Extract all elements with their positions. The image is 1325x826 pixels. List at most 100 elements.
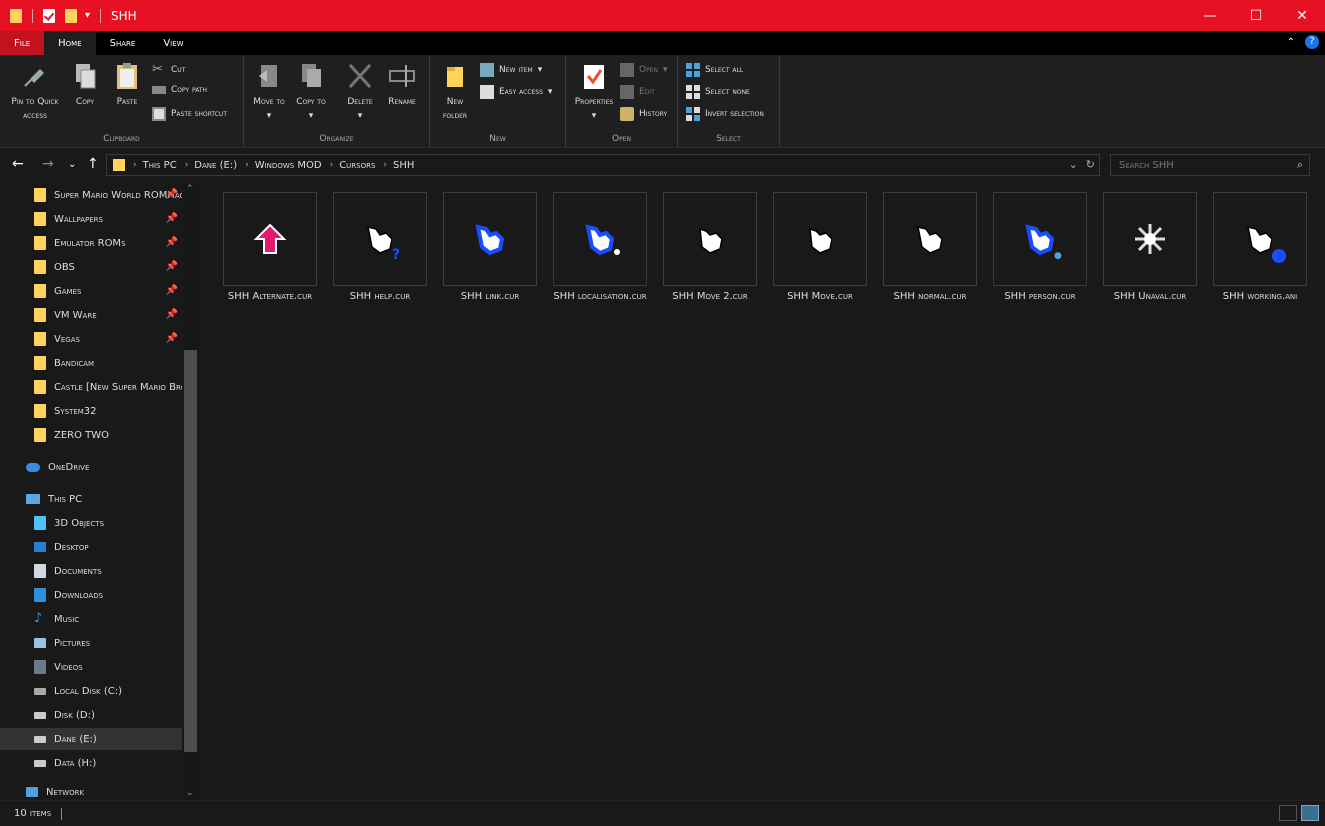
nav-item-network[interactable]: Network [0,784,182,800]
nav-item-quick-access[interactable]: ZERO TWO [0,424,182,446]
recent-locations-icon[interactable]: ⌄ [68,159,76,170]
scroll-up-icon[interactable]: ⌃ [186,184,194,194]
pin-quick-access-button[interactable]: Pin to Quick access [6,61,64,123]
file-tile[interactable]: SHH localisation.cur [545,192,655,305]
file-tile[interactable]: ? SHH help.cur [325,192,435,305]
breadcrumb-this-pc[interactable]: This PC [143,160,177,171]
breadcrumb-shh[interactable]: SHH [393,160,414,171]
file-tile[interactable]: SHH link.cur [435,192,545,305]
nav-item-quick-access[interactable]: System32 [0,400,182,422]
copy-to-button[interactable]: Copy to ▾ [294,61,328,123]
breadcrumb-windows-mod[interactable]: Windows MOD [255,160,322,171]
new-folder-button[interactable]: New folder [438,61,472,123]
tab-view[interactable]: View [149,31,197,55]
nav-item-quick-access[interactable]: Bandicam [0,352,182,374]
nav-item-data-h[interactable]: Data (H:) [0,752,182,774]
nav-scrollbar[interactable]: ⌃ ⌄ [182,182,199,800]
nav-item-quick-access[interactable]: Wallpapers 📌 [0,208,182,230]
breadcrumb-separator[interactable]: › [133,160,137,170]
address-bar[interactable]: › This PC › Dane (E:) › Windows MOD › Cu… [106,154,1100,176]
nav-item-music[interactable]: ♪ Music [0,608,182,630]
breadcrumb-separator[interactable]: › [185,160,189,170]
open-button[interactable]: Open ▾ [620,63,668,77]
address-dropdown-icon[interactable]: ⌄ [1069,158,1078,171]
history-button[interactable]: History [620,107,667,121]
file-tile[interactable]: SHH Alternate.cur [215,192,325,305]
navigation-bar: ← → ⌄ ↑ › This PC › Dane (E:) › Windows … [0,150,1325,180]
music-note-icon: ♪ [34,611,43,626]
select-none-button[interactable]: Select none [686,85,750,99]
back-icon[interactable]: ← [12,156,24,172]
file-tile[interactable]: SHH Move.cur [765,192,875,305]
forward-icon[interactable]: → [42,156,54,172]
close-button[interactable]: ✕ [1279,0,1325,31]
nav-item-quick-access[interactable]: Super Mario World ROMHacks 📌 [0,184,182,206]
collapse-ribbon-icon[interactable]: ⌃ [1287,37,1295,48]
breadcrumb-separator[interactable]: › [383,160,387,170]
copy-path-button[interactable]: Copy path [152,85,207,95]
minimize-button[interactable]: — [1187,0,1233,31]
breadcrumb-separator[interactable]: › [330,160,334,170]
tab-share[interactable]: Share [96,31,150,55]
nav-item-quick-access[interactable]: Castle [New Super Mario Bros [0,376,182,398]
edit-button[interactable]: Edit [620,85,655,99]
file-tile[interactable]: SHH normal.cur [875,192,985,305]
help-icon[interactable]: ? [1305,35,1319,49]
file-tile[interactable]: ● SHH person.cur [985,192,1095,305]
copy-button[interactable]: Copy [68,61,102,109]
nav-item-disk-d[interactable]: Disk (D:) [0,704,182,726]
properties-button[interactable]: Properties ▾ [572,61,616,123]
nav-item-quick-access[interactable]: VM Ware 📌 [0,304,182,326]
nav-item-documents[interactable]: Documents [0,560,182,582]
new-item-button[interactable]: New item ▾ [480,63,542,77]
file-name: SHH Unaval.cur [1113,291,1187,302]
maximize-button[interactable]: ☐ [1233,0,1279,31]
customize-quick-access-icon[interactable]: ▾ [85,10,90,21]
breadcrumb-dane[interactable]: Dane (E:) [194,160,237,171]
details-view-button[interactable] [1279,805,1297,821]
nav-item-downloads[interactable]: Downloads [0,584,182,606]
nav-item-pictures[interactable]: Pictures [0,632,182,654]
cut-button[interactable]: ✂ Cut [152,63,185,77]
nav-item-desktop[interactable]: Desktop [0,536,182,558]
file-tile[interactable]: SHH Unaval.cur [1095,192,1205,305]
scroll-thumb[interactable] [184,350,197,752]
nav-item-quick-access[interactable]: Emulator ROMs 📌 [0,232,182,254]
scroll-down-icon[interactable]: ⌄ [186,788,194,798]
search-input[interactable]: Search SHH ⌕ [1110,154,1310,176]
unavailable-cursor-icon [1135,224,1165,254]
pin-icon: 📌 [165,213,178,224]
nav-item-3d-objects[interactable]: 3D Objects [0,512,182,534]
file-thumbnail [773,192,867,286]
nav-item-onedrive[interactable]: OneDrive [0,456,182,478]
breadcrumb-cursors[interactable]: Cursors [339,160,375,171]
nav-item-quick-access[interactable]: OBS 📌 [0,256,182,278]
up-icon[interactable]: ↑ [87,156,99,172]
file-tile[interactable]: SHH working.ani [1205,192,1315,305]
tab-file[interactable]: File [0,31,45,55]
file-tile[interactable]: SHH Move 2.cur [655,192,765,305]
nav-item-local-disk-c[interactable]: Local Disk (C:) [0,680,182,702]
easy-access-button[interactable]: Easy access ▾ [480,85,552,99]
refresh-icon[interactable]: ↻ [1086,158,1095,171]
file-thumbnail [883,192,977,286]
nav-item-videos[interactable]: Videos [0,656,182,678]
paste-button[interactable]: Paste [110,61,144,109]
tab-home[interactable]: Home [44,31,96,55]
properties-quick-icon[interactable] [43,8,55,23]
delete-button[interactable]: Delete ▾ [342,61,378,123]
select-all-button[interactable]: Select all [686,63,743,77]
search-icon: ⌕ [1296,158,1303,171]
nav-item-dane-e[interactable]: Dane (E:) [0,728,182,750]
rename-button[interactable]: Rename [384,61,420,109]
nav-item-this-pc[interactable]: This PC [0,488,182,510]
invert-selection-button[interactable]: Invert selection [686,107,764,121]
nav-item-quick-access[interactable]: Games 📌 [0,280,182,302]
large-icons-view-button[interactable] [1301,805,1319,821]
new-folder-quick-icon[interactable] [65,8,77,23]
paste-shortcut-button[interactable]: Paste shortcut [152,107,227,121]
move-to-button[interactable]: Move to ▾ [252,61,286,123]
nav-item-quick-access[interactable]: Vegas 📌 [0,328,182,350]
group-label: Clipboard [103,134,140,144]
breadcrumb-separator[interactable]: › [245,160,249,170]
